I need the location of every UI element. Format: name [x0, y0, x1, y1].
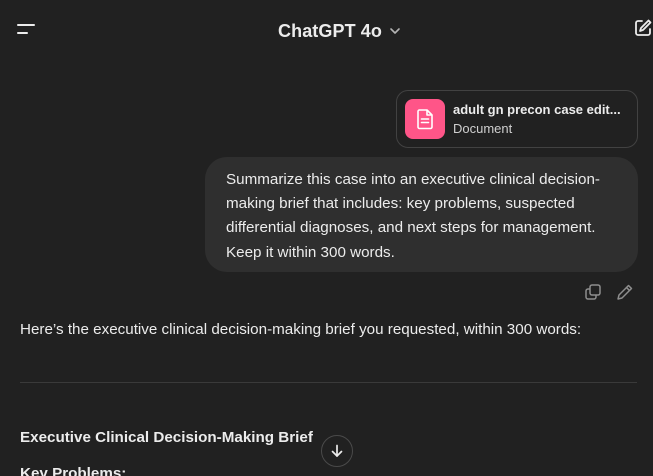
- attachment-file-name: adult gn precon case edit...: [453, 101, 621, 117]
- model-name: ChatGPT 4o: [278, 20, 383, 41]
- attachment-text: adult gn precon case edit... Document: [453, 101, 625, 138]
- document-icon: [405, 99, 445, 139]
- section-heading-key-problems: Key Problems:: [20, 465, 127, 476]
- header: ChatGPT 4o: [0, 0, 653, 62]
- attachment-file-type: Document: [453, 120, 513, 136]
- copy-button[interactable]: [584, 283, 602, 301]
- message-actions: [584, 282, 634, 302]
- user-message-line: making brief that includes: key problems…: [226, 195, 575, 213]
- model-selector[interactable]: ChatGPT 4o: [270, 17, 410, 45]
- scroll-to-bottom-button[interactable]: [321, 435, 353, 467]
- edit-message-button[interactable]: [616, 283, 634, 301]
- user-message-line: Keep it within 300 words.: [226, 243, 395, 261]
- copy-icon: [585, 284, 601, 300]
- chevron-down-icon: [390, 28, 400, 34]
- chat-page: ChatGPT 4o adult gn precon case edit... …: [0, 0, 653, 476]
- new-chat-button[interactable]: [632, 17, 653, 43]
- edit-icon: [635, 19, 652, 36]
- sidebar-toggle-button[interactable]: [14, 18, 42, 44]
- user-message-bubble: Summarize this case into an executive cl…: [205, 157, 638, 272]
- attachment-card[interactable]: adult gn precon case edit... Document: [396, 90, 638, 148]
- menu-icon: [17, 24, 35, 34]
- brief-title: Executive Clinical Decision-Making Brief: [20, 429, 313, 446]
- assistant-intro-text: Here’s the executive clinical decision-m…: [20, 321, 582, 338]
- horizontal-divider: [20, 382, 637, 383]
- user-message-line: differential diagnoses, and next steps f…: [226, 219, 596, 237]
- pencil-icon: [617, 284, 633, 300]
- user-message-line: Summarize this case into an executive cl…: [226, 171, 600, 188]
- arrow-down-icon: [331, 444, 343, 457]
